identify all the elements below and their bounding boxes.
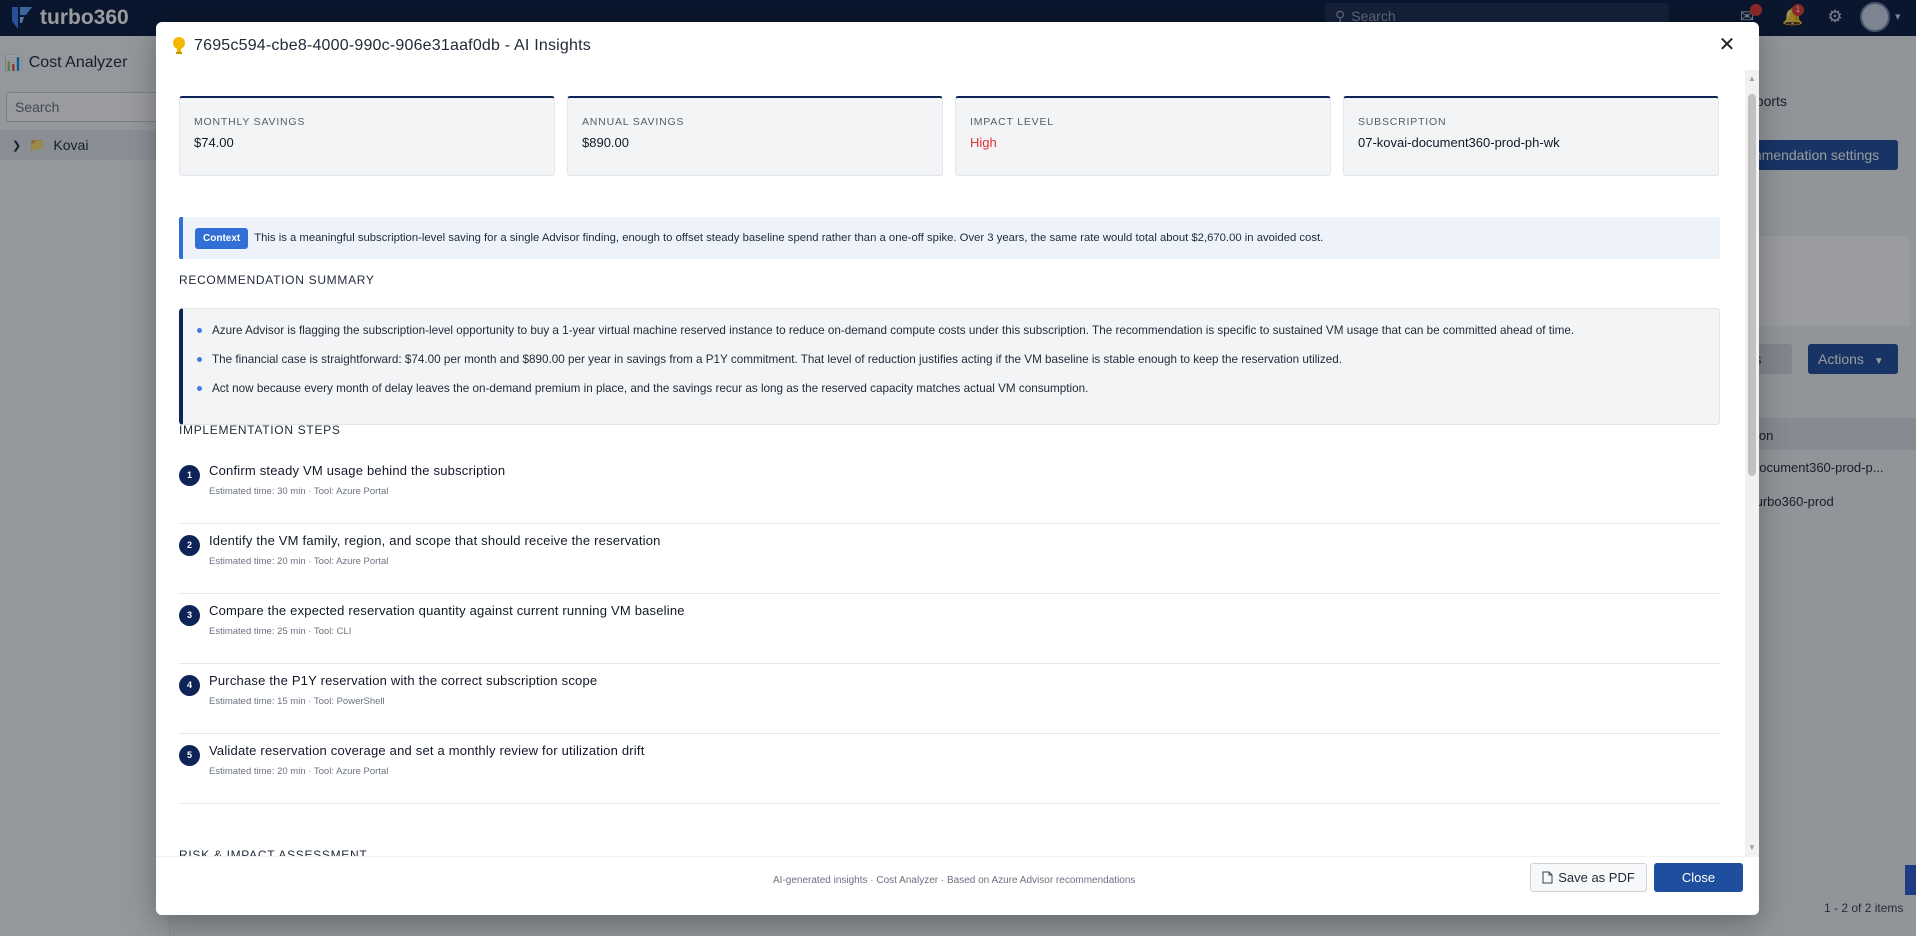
bullet-icon [197,328,202,333]
modal-title: 7695c594-cbe8-4000-990c-906e31aaf0db - A… [194,37,591,54]
save-pdf-button[interactable]: Save as PDF [1530,863,1647,892]
bullet-icon [197,386,202,391]
stat-cards: MONTHLY SAVINGS $74.00 ANNUAL SAVINGS $8… [179,96,1719,176]
summary-text: The financial case is straightforward: $… [212,353,1342,366]
step-title: Confirm steady VM usage behind the subsc… [209,463,506,478]
implementation-steps: 1 Confirm steady VM usage behind the sub… [179,454,1720,804]
step-meta: Estimated time: 25 min · Tool: CLI [209,626,352,637]
modal-header: 7695c594-cbe8-4000-990c-906e31aaf0db - A… [156,22,1759,70]
scroll-up-icon[interactable]: ▲ [1748,74,1756,83]
save-pdf-label: Save as PDF [1558,870,1635,885]
step-number: 1 [179,465,200,486]
stat-annual-savings: ANNUAL SAVINGS $890.00 [567,96,943,176]
step-meta: Estimated time: 20 min · Tool: Azure Por… [209,556,389,567]
list-item: 5 Validate reservation coverage and set … [179,734,1720,804]
stat-impact-level: IMPACT LEVEL High [955,96,1331,176]
steps-heading: IMPLEMENTATION STEPS [179,423,341,437]
step-title: Validate reservation coverage and set a … [209,743,645,758]
scroll-thumb[interactable] [1748,94,1756,476]
recommendation-summary: Azure Advisor is flagging the subscripti… [179,308,1720,425]
summary-text: Act now because every month of delay lea… [212,382,1089,395]
modal-body: MONTHLY SAVINGS $74.00 ANNUAL SAVINGS $8… [156,70,1745,856]
step-number: 5 [179,745,200,766]
stat-label: ANNUAL SAVINGS [582,116,685,128]
stat-label: IMPACT LEVEL [970,116,1054,128]
context-badge: Context [195,227,249,249]
modal-scrollbar[interactable]: ▲ ▼ [1745,70,1759,856]
stat-value: $890.00 [582,135,629,150]
step-number: 3 [179,605,200,626]
step-title: Identify the VM family, region, and scop… [209,533,661,548]
step-meta: Estimated time: 20 min · Tool: Azure Por… [209,766,389,777]
pdf-file-icon [1542,871,1553,884]
step-number: 2 [179,535,200,556]
step-meta: Estimated time: 30 min · Tool: Azure Por… [209,486,389,497]
context-text: This is a meaningful subscription-level … [254,232,1324,244]
step-title: Compare the expected reservation quantit… [209,603,685,618]
stat-value: 07-kovai-document360-prod-ph-wk [1358,135,1560,150]
scroll-down-icon[interactable]: ▼ [1748,843,1756,852]
stat-subscription: SUBSCRIPTION 07-kovai-document360-prod-p… [1343,96,1719,176]
summary-bullet: The financial case is straightforward: $… [197,349,1719,378]
stat-value: High [970,135,997,150]
close-button[interactable]: Close [1654,863,1743,892]
summary-text: Azure Advisor is flagging the subscripti… [212,324,1575,337]
list-item: 2 Identify the VM family, region, and sc… [179,524,1720,594]
list-item: 3 Compare the expected reservation quant… [179,594,1720,664]
stat-monthly-savings: MONTHLY SAVINGS $74.00 [179,96,555,176]
list-item: 1 Confirm steady VM usage behind the sub… [179,454,1720,524]
summary-heading: RECOMMENDATION SUMMARY [179,273,375,287]
context-banner: Context This is a meaningful subscriptio… [179,217,1720,259]
close-icon[interactable]: ✕ [1715,34,1739,58]
list-item: 4 Purchase the P1Y reservation with the … [179,664,1720,734]
modal-footer: AI-generated insights · Cost Analyzer · … [156,856,1759,915]
summary-bullet: Azure Advisor is flagging the subscripti… [197,320,1719,349]
stat-value: $74.00 [194,135,234,150]
footer-note: AI-generated insights · Cost Analyzer · … [773,875,1136,886]
step-number: 4 [179,675,200,696]
risk-heading: RISK & IMPACT ASSESSMENT [179,848,368,856]
summary-bullet: Act now because every month of delay lea… [197,378,1719,407]
ai-insights-modal: 7695c594-cbe8-4000-990c-906e31aaf0db - A… [156,22,1759,915]
step-meta: Estimated time: 15 min · Tool: PowerShel… [209,696,385,707]
bulb-icon [173,37,185,54]
stat-label: MONTHLY SAVINGS [194,116,306,128]
bullet-icon [197,357,202,362]
stat-label: SUBSCRIPTION [1358,116,1447,128]
step-title: Purchase the P1Y reservation with the co… [209,673,598,688]
